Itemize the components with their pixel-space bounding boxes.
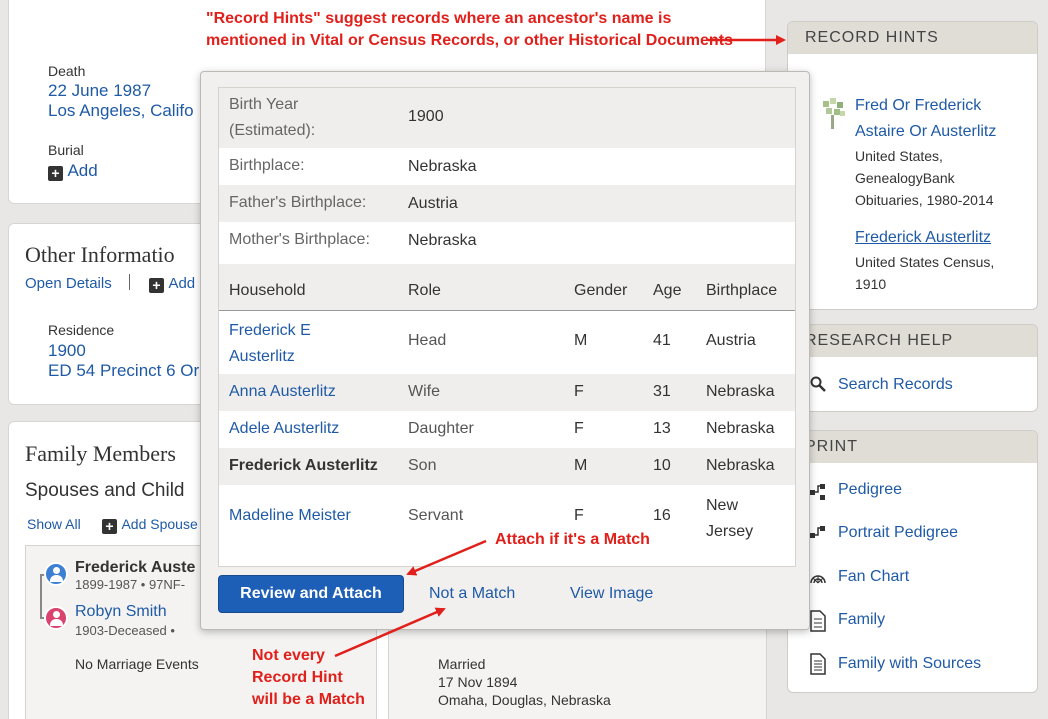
arrow-to-not-a-match (334, 607, 446, 658)
arrow-to-review-attach (406, 539, 487, 576)
annotation-arrows (334, 35, 786, 658)
